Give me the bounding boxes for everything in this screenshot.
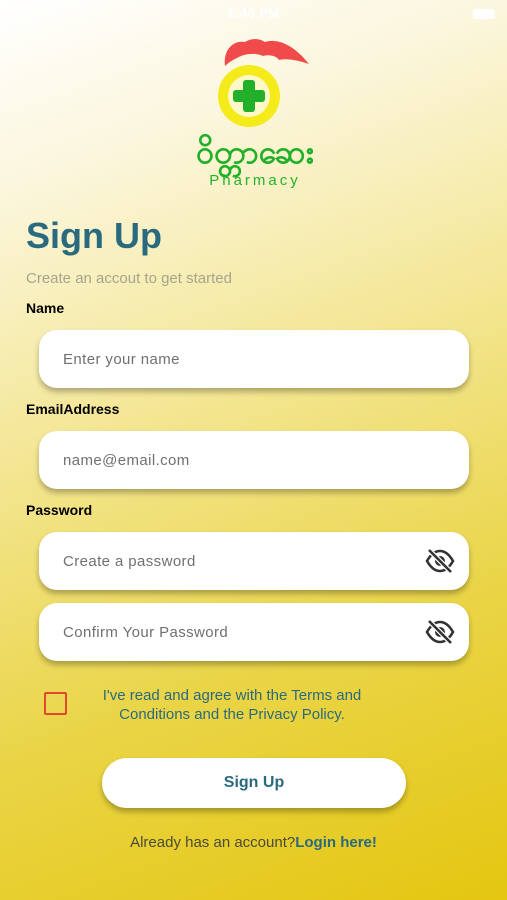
page-title: Sign Up xyxy=(26,215,162,256)
name-input[interactable] xyxy=(63,330,433,388)
terms-text: I've read and agree with the Terms and C… xyxy=(102,687,362,723)
email-label: EmailAddress xyxy=(26,401,120,417)
email-input[interactable] xyxy=(63,431,433,489)
logo-pharmacy-text: Pharmacy xyxy=(209,172,301,189)
confirm-password-input[interactable] xyxy=(63,603,433,661)
eye-slash-icon[interactable] xyxy=(425,548,455,574)
name-label: Name xyxy=(26,300,65,316)
password-label: Password xyxy=(26,502,93,518)
login-prompt: Already has an account?Login here! xyxy=(0,834,507,852)
logo-myanmar-text: ဝိတ္တာဆေး xyxy=(196,133,314,171)
password-field-container xyxy=(39,532,469,590)
pharmacy-cross-icon xyxy=(218,39,309,127)
status-bar: 1:46 PM xyxy=(0,0,507,26)
battery-icon xyxy=(473,9,495,19)
terms-checkbox[interactable] xyxy=(44,692,67,715)
status-time: 1:46 PM xyxy=(227,5,280,21)
eye-slash-icon[interactable] xyxy=(425,619,455,645)
confirm-password-field-container xyxy=(39,603,469,661)
app-logo: ဝိတ္တာဆေး Pharmacy xyxy=(193,36,317,194)
email-field-container xyxy=(39,431,469,489)
signup-button[interactable]: Sign Up xyxy=(102,758,406,808)
login-link[interactable]: Login here! xyxy=(295,834,377,851)
login-prefix-text: Already has an account? xyxy=(130,834,296,851)
page-subtitle: Create an accout to get started xyxy=(26,270,232,287)
password-input[interactable] xyxy=(63,532,433,590)
name-field-container xyxy=(39,330,469,388)
